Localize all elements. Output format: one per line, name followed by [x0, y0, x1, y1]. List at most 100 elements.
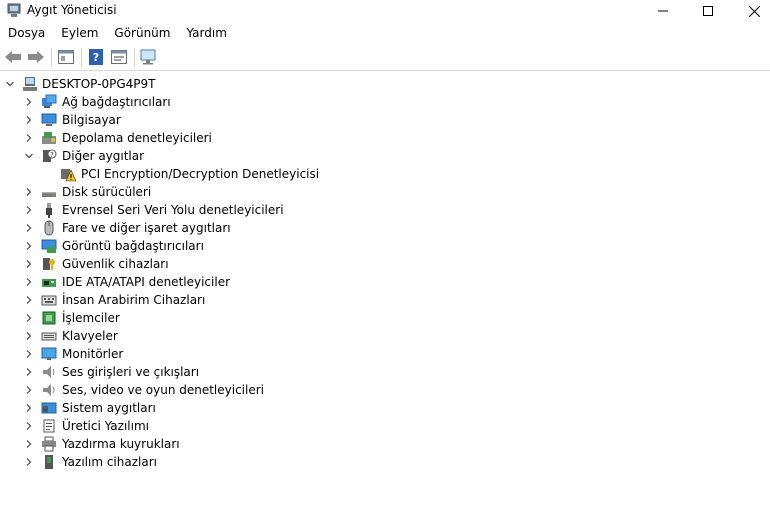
- tree-category[interactable]: ? Diğer aygıtlar: [0, 147, 770, 165]
- back-button[interactable]: [2, 46, 24, 68]
- tree-category[interactable]: Bilgisayar: [0, 111, 770, 129]
- forward-button[interactable]: [25, 46, 47, 68]
- minimize-icon: [658, 10, 668, 12]
- monitor-scan-icon: [140, 49, 156, 65]
- tree-category[interactable]: Ses, video ve oyun denetleyicileri: [0, 381, 770, 399]
- chevron-right-icon[interactable]: [25, 116, 33, 124]
- title-bar: Aygıt Yöneticisi: [0, 0, 770, 22]
- chevron-right-icon[interactable]: [25, 188, 33, 196]
- tree-category[interactable]: Ses girişleri ve çıkışları: [0, 363, 770, 381]
- audio-io-icon: [43, 366, 55, 378]
- window-title: Aygıt Yöneticisi: [27, 3, 117, 17]
- security-device-icon: [43, 258, 55, 270]
- tree-category[interactable]: Yazdırma kuyrukları: [0, 435, 770, 453]
- chevron-right-icon[interactable]: [25, 260, 33, 268]
- chevron-right-icon[interactable]: [25, 332, 33, 340]
- print-queue-icon: [42, 436, 56, 452]
- sound-video-icon: [43, 384, 55, 396]
- tree-category[interactable]: Görüntü bağdaştırıcıları: [0, 237, 770, 255]
- chevron-right-icon[interactable]: [25, 224, 33, 232]
- close-icon: [748, 5, 760, 17]
- computer-icon: [41, 113, 57, 126]
- tree-item-label: Üretici Yazılımı: [62, 419, 149, 433]
- chevron-right-icon[interactable]: [25, 440, 33, 448]
- processor-icon: [42, 311, 56, 325]
- tree-category[interactable]: İnsan Arabirim Cihazları: [0, 291, 770, 309]
- tree-item-label: Yazılım cihazları: [62, 455, 157, 469]
- chevron-right-icon[interactable]: [25, 458, 33, 466]
- monitor-icon: [41, 347, 57, 360]
- tree-item-label: Fare ve diğer işaret aygıtları: [62, 221, 231, 235]
- tree-category[interactable]: Ağ bağdaştırıcıları: [0, 93, 770, 111]
- tree-item-label: Disk sürücüleri: [62, 185, 152, 199]
- tree-category[interactable]: Sistem aygıtları: [0, 399, 770, 417]
- chevron-right-icon[interactable]: [25, 278, 33, 286]
- chevron-right-icon[interactable]: [25, 134, 33, 142]
- chevron-right-icon[interactable]: [25, 98, 33, 106]
- chevron-down-icon[interactable]: [25, 152, 33, 160]
- chevron-right-icon[interactable]: [25, 422, 33, 430]
- system-devices-icon: [41, 402, 57, 414]
- usb-icon: [46, 203, 52, 218]
- chevron-down-icon[interactable]: [6, 80, 14, 88]
- tree-category[interactable]: Fare ve diğer işaret aygıtları: [0, 219, 770, 237]
- menu-gorunum[interactable]: Görünüm: [108, 22, 176, 44]
- menu-eylem[interactable]: Eylem: [55, 22, 104, 44]
- tree-category[interactable]: Depolama denetleyicileri: [0, 129, 770, 147]
- forward-arrow-icon: [28, 51, 44, 63]
- toolbar-separator: [81, 48, 82, 66]
- tree-item-label: Evrensel Seri Veri Yolu denetleyicileri: [62, 203, 284, 217]
- disk-drive-icon: [42, 192, 56, 197]
- update-driver-icon: [111, 50, 127, 64]
- chevron-right-icon[interactable]: [25, 206, 33, 214]
- tree-item-label: Bilgisayar: [62, 113, 121, 127]
- network-adapter-icon: [42, 94, 57, 108]
- tree-category[interactable]: IDE ATA/ATAPI denetleyiciler: [0, 273, 770, 291]
- chevron-right-icon[interactable]: [25, 404, 33, 412]
- tree-category[interactable]: İşlemciler: [0, 309, 770, 327]
- tree-item-label: PCI Encryption/Decryption Denetleyicisi: [81, 167, 320, 181]
- menu-dosya[interactable]: Dosya: [2, 22, 51, 44]
- tree-category[interactable]: Yazılım cihazları: [0, 453, 770, 471]
- tree-category[interactable]: Disk sürücüleri: [0, 183, 770, 201]
- ide-controller-icon: [42, 279, 56, 287]
- tree-item-label: İşlemciler: [62, 311, 120, 325]
- minimize-button[interactable]: [640, 0, 686, 22]
- device-manager-icon: [7, 3, 21, 17]
- menu-yardim[interactable]: Yardım: [180, 22, 232, 44]
- tree-item-label: Klavyeler: [62, 329, 118, 343]
- chevron-right-icon[interactable]: [25, 242, 33, 250]
- tree-category[interactable]: Evrensel Seri Veri Yolu denetleyicileri: [0, 201, 770, 219]
- scan-hardware-button[interactable]: [138, 46, 160, 68]
- chevron-right-icon[interactable]: [25, 296, 33, 304]
- tree-root[interactable]: DESKTOP-0PG4P9T: [0, 75, 770, 93]
- warning-device-icon: [61, 169, 76, 182]
- close-button[interactable]: [731, 0, 770, 22]
- tree-category[interactable]: Klavyeler: [0, 327, 770, 345]
- chevron-right-icon[interactable]: [25, 368, 33, 376]
- maximize-button[interactable]: [685, 0, 731, 22]
- tree-category[interactable]: Monitörler: [0, 345, 770, 363]
- tree-category[interactable]: Güvenlik cihazları: [0, 255, 770, 273]
- tree-item-label: DESKTOP-0PG4P9T: [42, 77, 156, 91]
- update-driver-button[interactable]: [108, 46, 130, 68]
- tree-item-label: Depolama denetleyicileri: [62, 131, 212, 145]
- chevron-right-icon[interactable]: [25, 350, 33, 358]
- chevron-right-icon[interactable]: [25, 386, 33, 394]
- keyboard-icon: [41, 332, 57, 341]
- properties-button[interactable]: [55, 46, 77, 68]
- tree-category[interactable]: Üretici Yazılımı: [0, 417, 770, 435]
- help-button[interactable]: ?: [85, 46, 107, 68]
- menu-bar: Dosya Eylem Görünüm Yardım: [0, 22, 770, 44]
- computer-root-icon: [23, 77, 37, 91]
- hid-icon: [41, 295, 57, 306]
- svg-text:?: ?: [93, 51, 99, 64]
- device-tree: DESKTOP-0PG4P9T Ağ bağdaştırıcıları Bilgis…: [0, 71, 770, 471]
- tree-item-label: Güvenlik cihazları: [62, 257, 169, 271]
- tree-item-label: Yazdırma kuyrukları: [62, 437, 180, 451]
- tree-item-label: Diğer aygıtlar: [62, 149, 145, 163]
- chevron-right-icon[interactable]: [25, 314, 33, 322]
- tree-device[interactable]: PCI Encryption/Decryption Denetleyicisi: [0, 165, 770, 183]
- storage-controller-icon: [42, 132, 56, 144]
- tree-item-label: IDE ATA/ATAPI denetleyiciler: [62, 275, 231, 289]
